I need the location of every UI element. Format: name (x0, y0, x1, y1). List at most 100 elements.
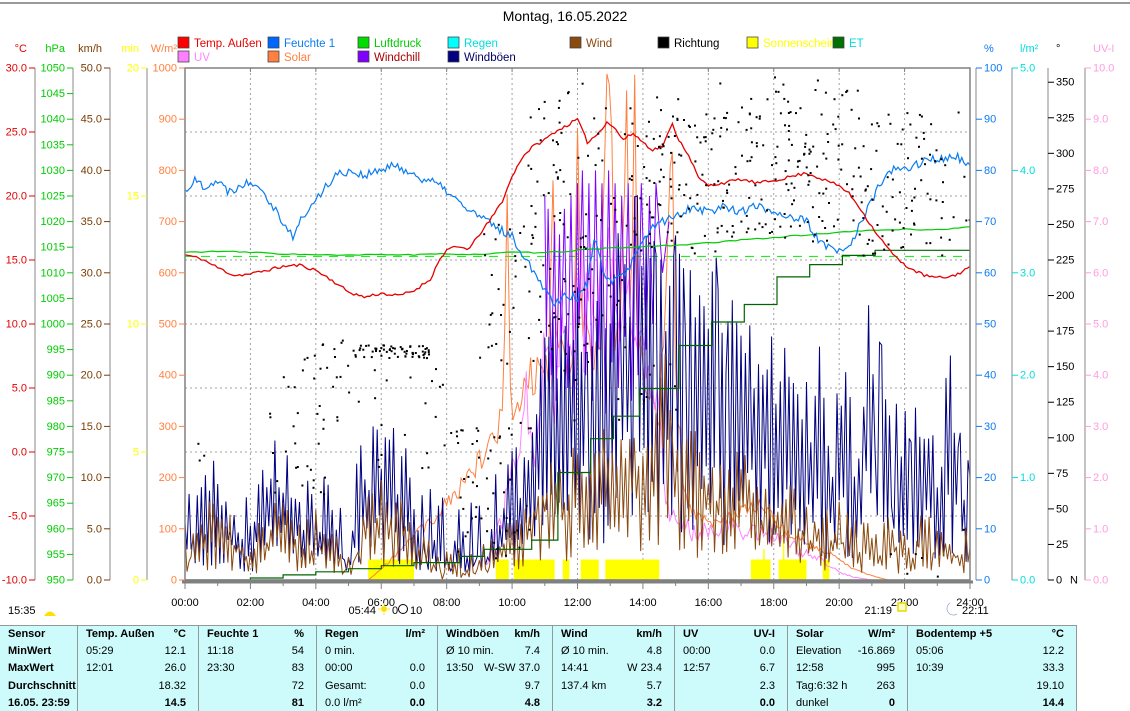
direction-dot (751, 141, 753, 143)
direction-dot (671, 240, 673, 242)
direction-dot (754, 184, 756, 186)
direction-dot (944, 164, 946, 166)
direction-dot (400, 346, 402, 348)
stats-header-row: SolarW/m² (788, 626, 907, 643)
legend-item-wind: Wind (570, 37, 612, 50)
direction-dot (853, 219, 855, 221)
axis-tick-label: 3.0 (1020, 267, 1035, 279)
direction-dot (762, 226, 764, 228)
legend-swatch (358, 37, 369, 48)
direction-dot (787, 189, 789, 191)
direction-dot (689, 126, 691, 128)
axis-tick-label: 20 (127, 63, 139, 75)
direction-dot (833, 225, 835, 227)
direction-dot (313, 479, 315, 481)
direction-dot (713, 183, 715, 185)
axis-tick-label: 200 (1056, 290, 1074, 302)
direction-dot (506, 363, 508, 365)
weather-day-chart: -10.0-5.00.05.010.015.020.025.030.0°C950… (0, 0, 1130, 625)
direction-dot (756, 142, 758, 144)
direction-dot (293, 425, 295, 427)
direction-dot (711, 132, 713, 134)
axis-unit-label: min (121, 43, 139, 55)
direction-dot (900, 247, 902, 249)
stats-cell-label: Tag:6:32 h (788, 678, 847, 695)
direction-dot (940, 237, 942, 239)
direction-dot (949, 239, 951, 241)
direction-dot (583, 344, 585, 346)
direction-dot (808, 153, 810, 155)
stats-data-row: dunkel0 (788, 695, 907, 711)
direction-dot (313, 487, 315, 489)
axis-tick-label: 1005 (41, 293, 65, 305)
direction-dot (639, 197, 641, 199)
direction-dot (771, 164, 773, 166)
direction-dot (818, 192, 820, 194)
stats-row-label: 16.05. 23:59 (0, 695, 77, 711)
direction-dot (597, 133, 599, 135)
direction-dot (751, 156, 753, 158)
stats-table: SensorMinWertMaxWertDurchschnitt16.05. 2… (0, 625, 1077, 711)
direction-dot (535, 213, 537, 215)
axis-tick-label: 8.0 (1093, 165, 1108, 177)
legend-item-uv: UV (178, 51, 210, 64)
direction-dot (587, 155, 589, 157)
stats-data-row: Elevation-16.869 (788, 643, 907, 660)
direction-dot (600, 219, 602, 221)
axis-tick-label: 80 (984, 165, 996, 177)
direction-dot (921, 116, 923, 118)
direction-dot (919, 114, 921, 116)
legend-item-feuchte-1: Feuchte 1 (268, 37, 335, 50)
direction-dot (774, 218, 776, 220)
direction-dot (793, 187, 795, 189)
direction-dot (428, 351, 430, 353)
stats-cell-value: W 23.4 (627, 660, 674, 677)
legend-label: Regen (464, 38, 498, 50)
direction-dot (467, 531, 469, 533)
direction-dot (631, 179, 633, 181)
axis-tick-label: 0 (171, 575, 177, 587)
stats-cell-value: 18.32 (158, 678, 198, 695)
direction-dot (903, 227, 905, 229)
legend-item-sonnenschein: Sonnenschein (747, 37, 836, 50)
stats-cell-value: 81 (292, 695, 316, 711)
legend-swatch (268, 51, 279, 62)
direction-dot (887, 176, 889, 178)
direction-dot (381, 454, 383, 456)
direction-dot (404, 355, 406, 357)
legend-item-richtung: Richtung (658, 37, 719, 50)
sensor-unit: °C (1052, 626, 1076, 643)
stats-data-row: 2.3 (675, 678, 787, 695)
direction-dot (705, 140, 707, 142)
direction-dot (563, 181, 565, 183)
direction-dot (608, 284, 610, 286)
axis-tick-label: 30.0 (81, 267, 102, 279)
stats-data-row: 05:2912.1 (78, 643, 198, 660)
direction-dot (941, 217, 943, 219)
axis-tick-label: 900 (159, 114, 177, 126)
axis-tick-label: 1050 (41, 63, 65, 75)
axis-unit-label: l/m² (1020, 43, 1039, 55)
direction-dot (825, 92, 827, 94)
direction-dot (530, 168, 532, 170)
sensor-name: Windböen (438, 626, 499, 643)
direction-dot (605, 107, 607, 109)
axis-tick-label: 40 (984, 370, 996, 382)
stats-header-row: Temp. Außen°C (78, 626, 198, 643)
direction-dot (614, 209, 616, 211)
direction-dot (670, 152, 672, 154)
legend-swatch (448, 37, 459, 48)
direction-dot (689, 197, 691, 199)
direction-dot (577, 157, 579, 159)
stats-cell-label: Elevation (788, 643, 841, 660)
direction-dot (456, 435, 458, 437)
sunshine-block (823, 560, 830, 580)
stats-cell-value: 4.8 (647, 643, 674, 660)
direction-dot (717, 231, 719, 233)
direction-dot (503, 491, 505, 493)
stats-cell-label: 00:00 (317, 660, 353, 677)
direction-dot (761, 199, 763, 201)
direction-dot (784, 237, 786, 239)
direction-dot (493, 436, 495, 438)
stats-cell-value: 7.4 (525, 643, 552, 660)
